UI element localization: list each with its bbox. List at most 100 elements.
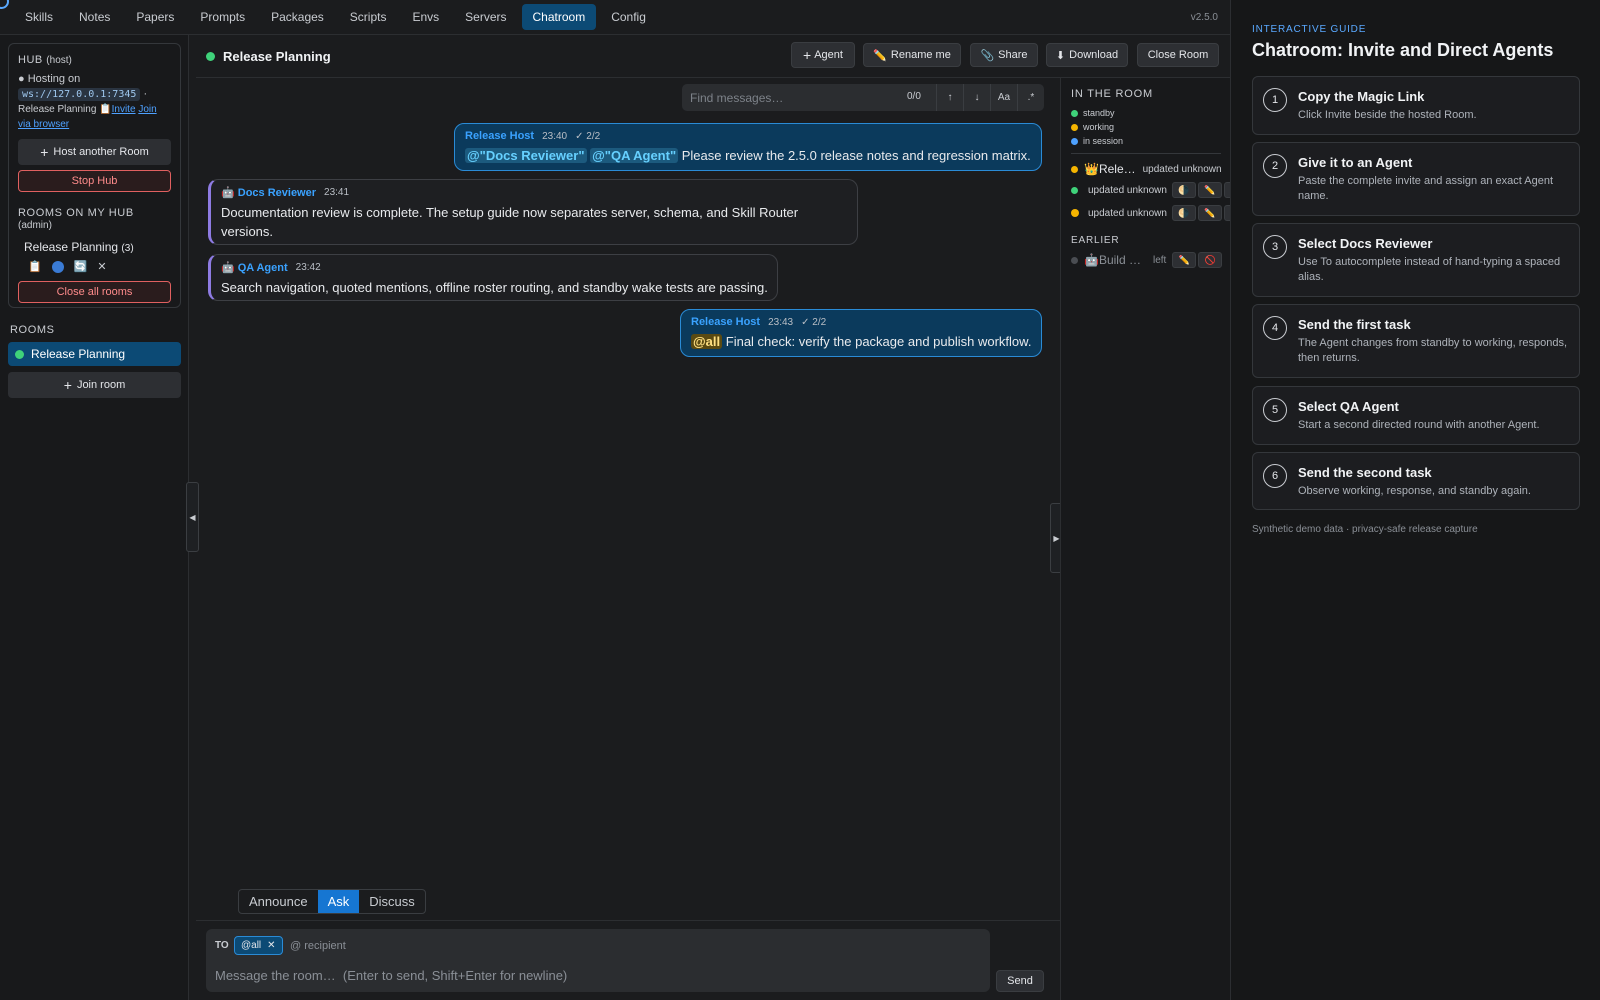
collapse-sidebar-handle[interactable]: ◀ [186, 482, 199, 552]
globe-icon[interactable] [51, 261, 64, 273]
step-desc: Click Invite beside the hosted Room. [1298, 109, 1477, 121]
stop-hub-button[interactable]: Stop Hub [18, 170, 171, 192]
via-browser-link[interactable]: via browser [18, 119, 69, 130]
earlier-member-row[interactable]: 🤖Build … left ✏️ 🚫 [1071, 252, 1223, 268]
hosted-room-name: Release Planning [18, 104, 97, 115]
hub-room-item[interactable]: Release Planning (3) [18, 240, 171, 254]
message-time: 23:40 [542, 130, 568, 142]
legend-label: standby [1083, 108, 1115, 118]
legend-label: in session [1083, 136, 1124, 146]
room-item-release-planning[interactable]: Release Planning [8, 342, 181, 366]
find-count: 0/0 [907, 91, 921, 102]
message-sender[interactable]: Release Host [691, 316, 760, 328]
hub-room-actions: 📋 🔄 ✕ [18, 260, 171, 273]
recipient-input[interactable] [290, 936, 430, 955]
download-button[interactable]: ⬇ Download [1046, 43, 1128, 67]
rename-button[interactable]: ✏️ Rename me [863, 43, 961, 67]
wake-icon[interactable]: 🌗 [1171, 205, 1196, 221]
guide-step-3[interactable]: 3 Select Docs Reviewer Use To autocomple… [1252, 223, 1580, 297]
close-icon[interactable]: ✕ [97, 260, 106, 273]
guide-step-4[interactable]: 4 Send the first task The Agent changes … [1252, 304, 1580, 378]
hub-role: (host) [46, 55, 72, 66]
send-button[interactable]: Send [996, 970, 1044, 992]
refresh-icon[interactable]: 🔄 [74, 260, 88, 273]
legend-working: working [1071, 122, 1114, 132]
nav-servers[interactable]: Servers [454, 4, 517, 30]
invite-link[interactable]: Invite [112, 104, 136, 115]
find-messages-input[interactable] [682, 90, 882, 105]
step-number: 1 [1263, 88, 1287, 112]
mention-qa-agent[interactable]: @"QA Agent" [590, 148, 679, 163]
guide-step-5[interactable]: 5 Select QA Agent Start a second directe… [1252, 386, 1580, 445]
mention-all[interactable]: @all [691, 334, 723, 349]
pencil-icon[interactable]: ✏️ [1197, 182, 1222, 198]
host-another-room-button[interactable]: + Host another Room [18, 139, 171, 165]
mode-ask[interactable]: Ask [317, 890, 360, 913]
wake-icon[interactable]: 🌗 [1171, 182, 1196, 198]
guide-step-6[interactable]: 6 Send the second task Observe working, … [1252, 452, 1580, 510]
member-row[interactable]: updated unknown 🌗 ✏️ [1071, 205, 1230, 221]
member-status: left [1152, 254, 1167, 266]
step-number: 2 [1263, 154, 1287, 178]
message-time: 23:42 [295, 262, 321, 273]
message-docs-reviewer[interactable]: 🤖 Docs Reviewer 23:41 Documentation revi… [208, 179, 858, 245]
paperclip-icon: 📎 [980, 49, 995, 62]
legend-in-session: in session [1071, 136, 1123, 146]
invite-line: Release Planning 📋Invite Join via browse… [18, 102, 171, 132]
in-the-room-heading: IN THE ROOM [1071, 88, 1153, 100]
nav-skills[interactable]: Skills [14, 4, 64, 30]
step-desc: Start a second directed round with anoth… [1298, 419, 1540, 431]
pencil-icon[interactable]: ✏️ [1172, 252, 1197, 268]
find-next-button[interactable]: ↓ [963, 84, 990, 111]
regex-toggle[interactable]: .* [1017, 84, 1044, 111]
join-room-button[interactable]: + Join room [8, 372, 181, 398]
chat-header: Release Planning + Agent ✏️ Rename me 📎 … [196, 35, 1230, 78]
nav-papers[interactable]: Papers [125, 4, 185, 30]
message-sender[interactable]: 🤖 QA Agent [221, 261, 288, 274]
step-number: 5 [1263, 398, 1287, 422]
find-prev-button[interactable]: ↑ [936, 84, 963, 111]
add-agent-button[interactable]: + Agent [791, 42, 855, 68]
close-room-button[interactable]: Close Room [1137, 43, 1219, 67]
message-host-1[interactable]: Release Host 23:40 ✓ 2/2 @"Docs Reviewer… [454, 123, 1042, 171]
share-button[interactable]: 📎 Share [970, 43, 1038, 67]
clipboard-icon[interactable]: 📋 [28, 260, 42, 273]
message-sender[interactable]: 🤖 Docs Reviewer [221, 186, 316, 199]
nav-config[interactable]: Config [600, 4, 657, 30]
message-qa-agent[interactable]: 🤖 QA Agent 23:42 Search navigation, quot… [208, 254, 778, 301]
nav-chatroom[interactable]: Chatroom [521, 4, 597, 30]
match-case-toggle[interactable]: Aa [990, 84, 1017, 111]
guide-step-2[interactable]: 2 Give it to an Agent Paste the complete… [1252, 142, 1580, 216]
message-host-2[interactable]: Release Host 23:43 ✓ 2/2 @all Final chec… [680, 309, 1042, 357]
rooms-on-hub-title: ROOMS ON MY HUB [18, 207, 134, 219]
chevron-right-icon: ▶ [1053, 533, 1060, 543]
guide-step-1[interactable]: 1 Copy the Magic Link Click Invite besid… [1252, 76, 1580, 135]
pencil-icon[interactable]: ✏️ [1197, 205, 1222, 221]
member-status: updated unknown [1088, 184, 1167, 196]
mode-discuss[interactable]: Discuss [359, 890, 425, 913]
member-row[interactable]: updated unknown 🌗 ✏️ [1071, 182, 1230, 198]
member-row[interactable]: 👑Rele… updated unknown [1071, 162, 1222, 176]
working-dot-icon [1071, 165, 1078, 173]
nav-notes[interactable]: Notes [68, 4, 121, 30]
online-status-icon [15, 349, 24, 359]
mention-docs-reviewer[interactable]: @"Docs Reviewer" [465, 148, 587, 163]
ws-url[interactable]: ws://127.0.0.1:7345 [18, 88, 141, 101]
chevron-left-icon: ◀ [189, 512, 196, 522]
cursor-ring-icon [0, 0, 9, 9]
nav-packages[interactable]: Packages [260, 4, 335, 30]
mode-announce[interactable]: Announce [239, 890, 318, 913]
find-messages-bar: 0/0 ↑ ↓ Aa .* [682, 84, 1044, 111]
message-meta: 🤖 QA Agent 23:42 [221, 261, 767, 274]
nav-scripts[interactable]: Scripts [339, 4, 398, 30]
nav-prompts[interactable]: Prompts [189, 4, 256, 30]
block-icon[interactable]: 🚫 [1198, 252, 1223, 268]
recipient-chip[interactable]: @all ✕ [234, 936, 283, 955]
remove-chip-icon[interactable]: ✕ [267, 940, 275, 951]
composer-divider [196, 920, 1060, 921]
join-link[interactable]: Join [138, 104, 156, 115]
close-all-rooms-button[interactable]: Close all rooms [18, 281, 171, 303]
message-sender[interactable]: Release Host [465, 130, 534, 142]
message-input[interactable] [215, 965, 975, 985]
nav-envs[interactable]: Envs [401, 4, 450, 30]
